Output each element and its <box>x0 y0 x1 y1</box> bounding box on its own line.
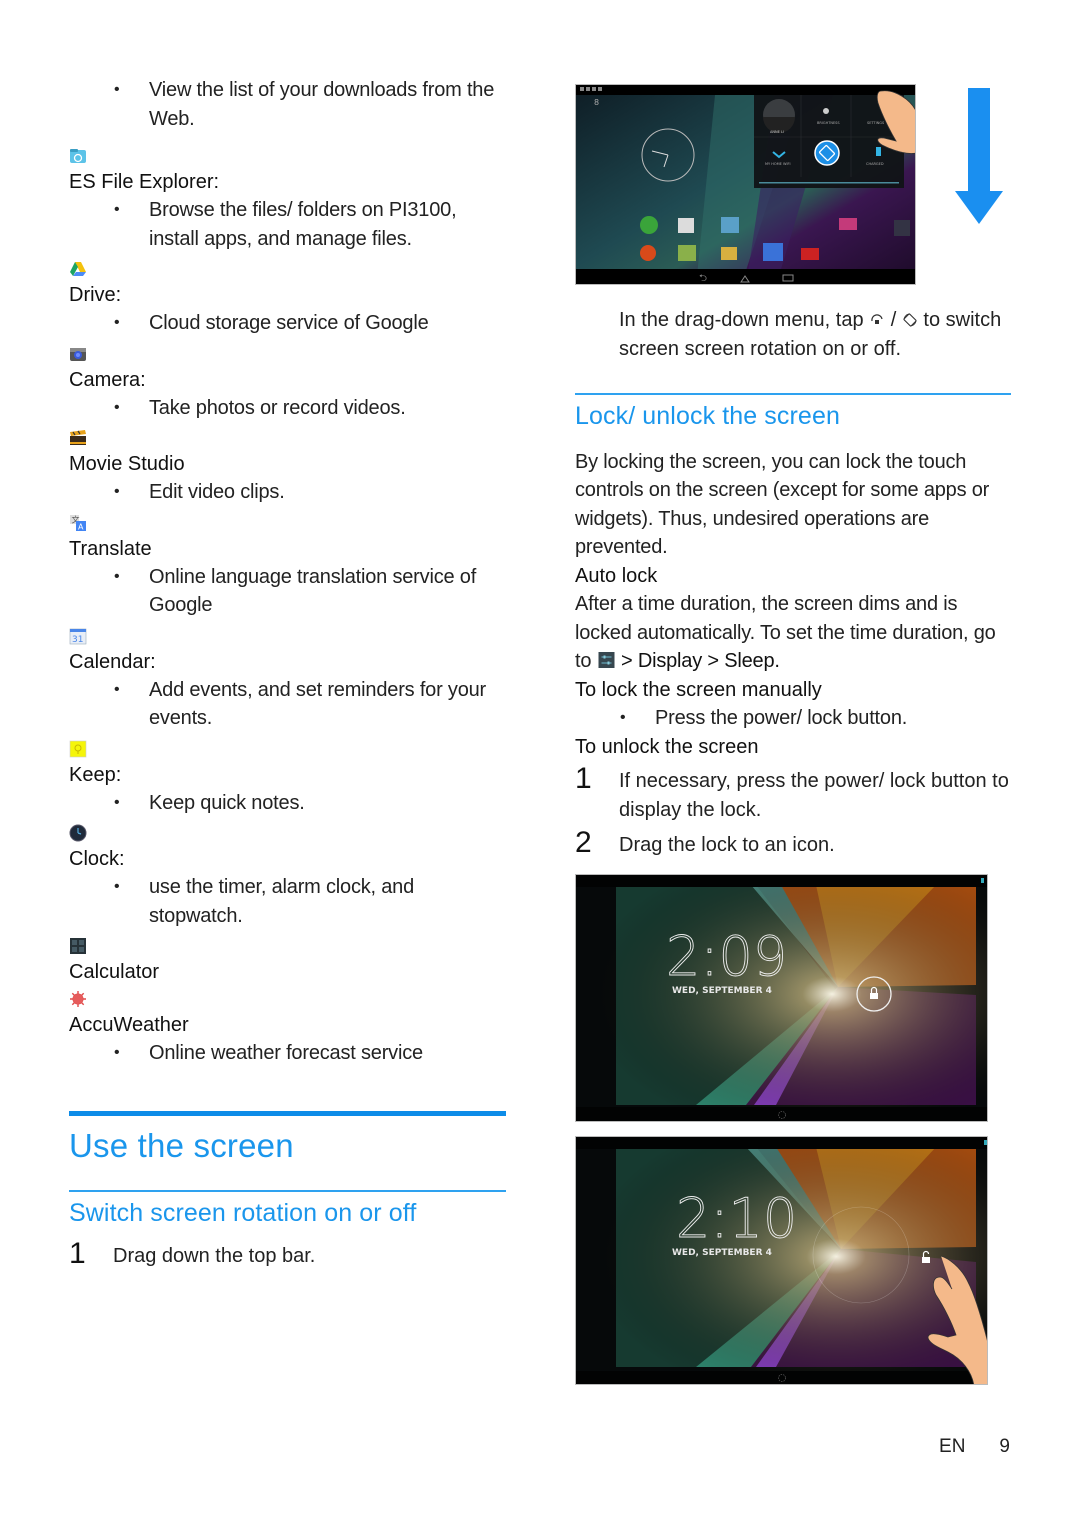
svg-text:8: 8 <box>594 98 599 107</box>
lock-date: WED, SEPTEMBER 4 <box>672 986 772 996</box>
step-number: 1 <box>69 1236 86 1270</box>
app-name: Calendar: <box>69 650 156 673</box>
settings-app-icon <box>894 220 910 236</box>
manual-lock-heading: To lock the screen manually <box>575 678 822 701</box>
step-text: If necessary, press the power/ lock butt… <box>619 770 1009 821</box>
unlock-step: 2 Drag the lock to an icon. <box>575 826 1011 860</box>
step-text: Drag down the top bar. <box>113 1244 316 1267</box>
subheading-rule <box>69 1190 506 1192</box>
tablet-home-screen: 8 ⮌ ANNE LI BRIGHTNESS SETTINGS MY HOME … <box>576 85 915 284</box>
app-name: ES File Explorer: <box>69 171 220 193</box>
unlock-step: 1 If necessary, press the power/ lock bu… <box>575 762 1011 824</box>
app-bullet: Edit video clips. <box>69 478 506 507</box>
settings-icon <box>598 652 615 668</box>
downloads-bullet: View the list of your downloads from the… <box>69 76 506 133</box>
calculator-icon <box>70 938 86 954</box>
app-bullet: Cloud storage service of Google <box>69 309 506 338</box>
drag-down-arrow-icon <box>955 88 1003 224</box>
app-bullet: use the timer, alarm clock, and stopwatc… <box>69 873 506 930</box>
accuweather-icon <box>70 991 86 1007</box>
lock-intro: By locking the screen, you can lock the … <box>575 450 990 559</box>
svg-text:MY HOME WIFI: MY HOME WIFI <box>765 162 791 166</box>
use-screen-section: Use the screen Switch screen rotation on… <box>69 1111 506 1270</box>
unlock-screen-wallpaper: 2:10 WED, SEPTEMBER 4 <box>576 1137 987 1384</box>
drag-down-menu-screenshot: 8 ⮌ ANNE LI BRIGHTNESS SETTINGS MY HOME … <box>575 84 916 285</box>
unlock-time: 2:10 <box>676 1187 797 1250</box>
unlock-heading: To unlock the screen <box>575 735 759 758</box>
svg-text:BRIGHTNESS: BRIGHTNESS <box>817 121 840 125</box>
page-footer: EN 9 <box>939 1436 1010 1458</box>
auto-lock-heading: Auto lock <box>575 564 658 587</box>
app-name: Camera: <box>69 368 146 391</box>
svg-text:31: 31 <box>72 635 83 645</box>
rotation-caption-block: In the drag-down menu, tap / to switch s… <box>575 306 1011 363</box>
movie-studio-icon <box>70 430 86 445</box>
youtube-app-icon <box>801 248 819 260</box>
drive-icon <box>70 262 86 276</box>
app-name: Clock: <box>69 848 125 870</box>
unlock-icon <box>922 1257 930 1263</box>
rotation-subtitle: Switch screen rotation on or off <box>69 1198 417 1227</box>
app-name: Drive: <box>69 284 122 306</box>
app-name: Calculator <box>69 961 160 983</box>
sleep-menu-path: > Sleep. <box>707 650 780 672</box>
manual-lock-bullet: Press the power/ lock button. <box>575 704 1011 733</box>
lock-subtitle: Lock/ unlock the screen <box>575 401 840 430</box>
camera-icon <box>70 347 86 361</box>
svg-text:ANNE LI: ANNE LI <box>770 130 784 134</box>
caption-separator: / <box>890 309 897 331</box>
svg-text:A: A <box>78 522 84 531</box>
auto-rotate-icon <box>903 313 917 327</box>
maps-app-icon <box>678 245 696 261</box>
display-menu-path: > Display <box>621 650 703 672</box>
app-name: Movie Studio <box>69 453 185 475</box>
left-column: View the list of your downloads from the… <box>69 76 506 1068</box>
deezer-app-icon <box>839 218 857 230</box>
heading-rule <box>69 1111 506 1116</box>
unlock-date: WED, SEPTEMBER 4 <box>672 1248 772 1258</box>
clock-icon <box>69 824 87 842</box>
step-number: 1 <box>575 762 592 795</box>
translate-icon: 文A <box>70 514 86 531</box>
app-bullet: Keep quick notes. <box>69 789 506 818</box>
subheading-rule <box>575 393 1011 395</box>
es-file-explorer-app-icon <box>721 217 739 233</box>
app-name: Keep: <box>69 763 122 786</box>
calendar-icon: 31 <box>69 628 87 645</box>
step-number: 2 <box>575 826 592 859</box>
app-bullet: Take photos or record videos. <box>69 394 506 423</box>
rotation-step: 1 Drag down the top bar. <box>69 1236 506 1271</box>
lock-time: 2:09 <box>666 925 787 988</box>
step-text: Drag the lock to an icon. <box>619 834 835 856</box>
unlock-screen-screenshot: 2:10 WED, SEPTEMBER 4 <box>575 1136 988 1385</box>
lock-icon <box>870 993 878 999</box>
app-bullet: Online language translation service of G… <box>69 563 506 620</box>
rotation-caption: In the drag-down menu, tap / to switch s… <box>575 306 1011 363</box>
app-name: AccuWeather <box>69 1014 189 1036</box>
auto-lock-text: After a time duration, the screen dims a… <box>575 590 1011 676</box>
lock-section: Lock/ unlock the screen By locking the s… <box>575 393 1011 860</box>
page-number: 9 <box>999 1436 1010 1457</box>
app-bullet: Online weather forecast service <box>69 1039 506 1068</box>
auto-rotate-toggle <box>814 140 840 166</box>
section-title: Use the screen <box>69 1127 294 1164</box>
app-bullet: Browse the files/ folders on PI3100, ins… <box>69 196 506 253</box>
lock-screen-wallpaper: 2:09 WED, SEPTEMBER 4 <box>576 875 987 1121</box>
play-store-app-icon <box>678 218 694 233</box>
caption-text: In the drag-down menu, tap <box>619 309 864 331</box>
hangouts-app-icon <box>640 216 658 234</box>
rotation-lock-icon <box>871 314 883 324</box>
footer-language: EN <box>939 1436 966 1457</box>
lock-screen-screenshot: 2:09 WED, SEPTEMBER 4 <box>575 874 988 1122</box>
keep-icon <box>69 740 87 757</box>
translate-app-icon <box>763 243 783 261</box>
svg-text:CHARGED: CHARGED <box>866 162 884 166</box>
app-name: Translate <box>69 537 152 560</box>
back-nav-icon: ⮌ <box>699 273 707 284</box>
accuweather-app-icon <box>640 245 656 261</box>
es-file-explorer-icon <box>70 149 86 163</box>
svg-text:SETTINGS: SETTINGS <box>867 121 885 125</box>
app-bullet: Add events, and set reminders for your e… <box>69 676 506 733</box>
gmail-app-icon <box>721 247 737 260</box>
